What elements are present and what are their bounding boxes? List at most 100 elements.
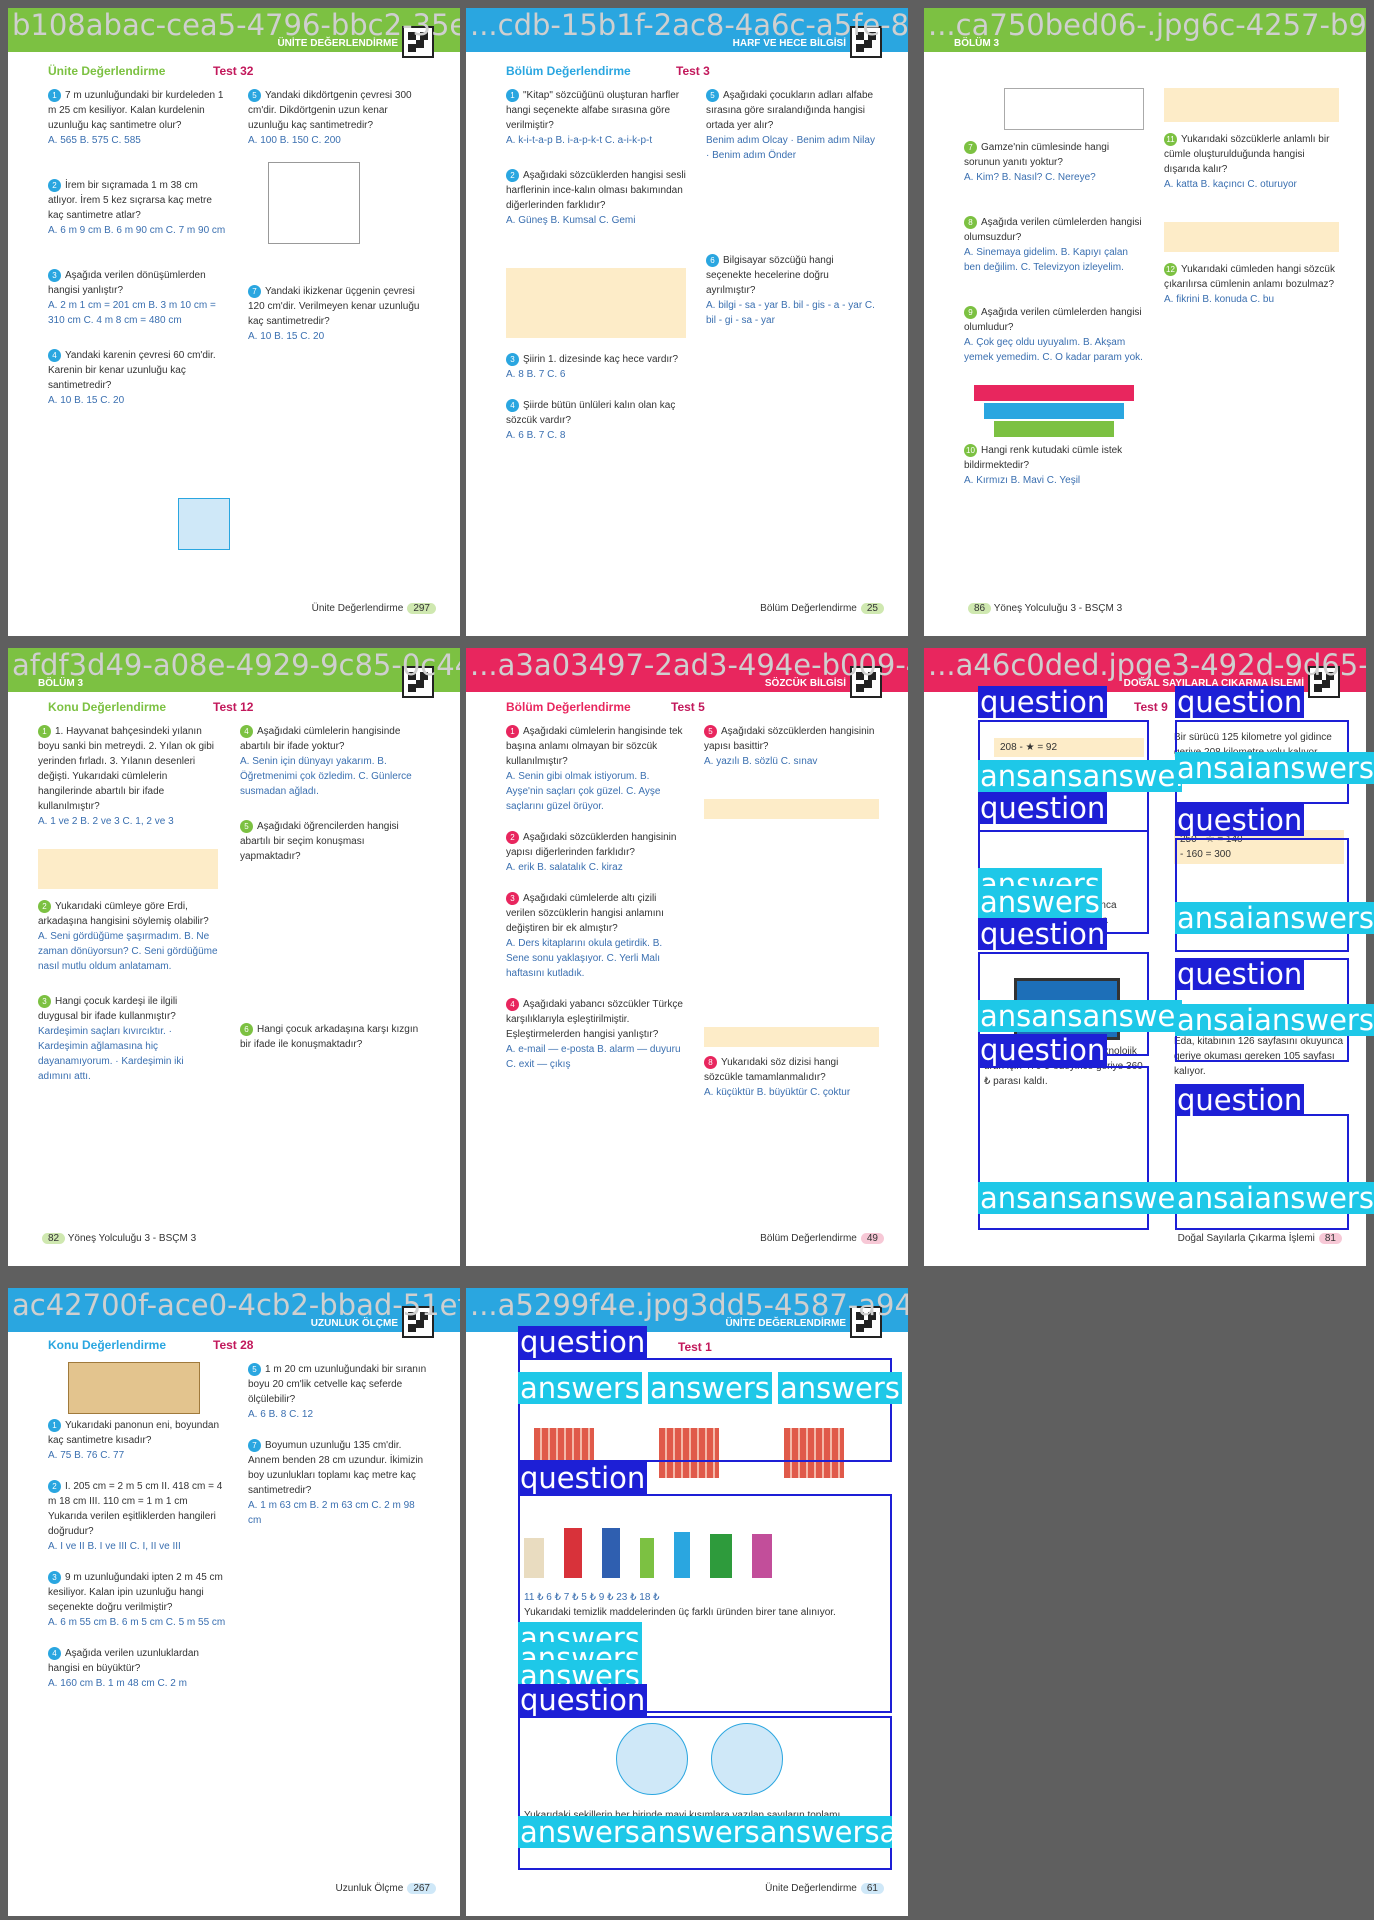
question-3: 3 Şiirin 1. dizesinde kaç hece vardır? A. …	[506, 353, 679, 380]
question-3: 3 Aşağıda verilen dönüşümlerden hangisi y…	[48, 269, 216, 326]
question-tag: question	[1175, 957, 1305, 991]
page-title: Ünite Değerlendirme	[48, 64, 166, 78]
poem-box	[506, 268, 686, 338]
question-3: 3 Aşağıdaki cümlelerde altı çizili verile…	[506, 892, 664, 979]
filename-label: afdf3d49-a08e-4929-9c85-0c44...	[12, 648, 460, 682]
page-tile-3: ...ca750bed06-.jpg6c-4257-b990-003 BÖLÜM…	[924, 8, 1366, 636]
question-tag: question	[1175, 803, 1305, 837]
test-number: Test 9	[1134, 700, 1168, 714]
right-column: 4 Aşağıdaki cümlelerin hangisinde abartıl…	[240, 724, 420, 1060]
question-2: 2 I. 205 cm = 2 m 5 cm II. 418 cm = 4 m 1…	[48, 1480, 223, 1552]
question-tag: question	[1175, 1083, 1305, 1117]
test-number: Test 12	[213, 700, 254, 714]
question-2: 2 İrem bir sıçramada 1 m 38 cm atlıyor. İ…	[48, 179, 226, 236]
answers-tag: ansaianswers	[1175, 1182, 1374, 1214]
question-12: 12 Yukarıdaki cümleden hangi sözcük çıkar…	[1164, 263, 1335, 305]
sentence-box	[1164, 222, 1339, 252]
page-tile-5: ...a3a03497-2ad3-494e-b009-46c2... SÖZCÜ…	[466, 648, 908, 1266]
square-figure	[178, 498, 230, 550]
page-footer: Ünite Değerlendirme 297	[312, 603, 436, 614]
question-1: 1 1. Hayvanat bahçesindeki yılanın boyu s…	[38, 725, 215, 827]
question-1: 1 "Kitap" sözcüğünü oluşturan harfler han…	[506, 89, 680, 146]
page-tile-7: ac42700f-ace0-4cb2-bbad-51ef... UZUNLUK …	[8, 1288, 460, 1916]
question-7: 7 Yandaki ikizkenar üçgenin çevresi 120 c…	[248, 285, 420, 342]
question-2: 2 Aşağıdaki sözcüklerden hangisi sesli ha…	[506, 169, 686, 226]
test-number: Test 3	[676, 64, 710, 78]
answers-tag: answers	[778, 1372, 902, 1404]
answers-tag: ansansanswers	[978, 760, 1182, 792]
page-tile-2: ...cdb-15b1f-2ac8-4a6c-a5fe-840... HARF …	[466, 8, 908, 636]
question-7: 7 Boyumun uzunluğu 135 cm'dir. Annem bend…	[248, 1439, 424, 1526]
answers-tag: answers	[648, 1372, 772, 1404]
question-tag: question	[518, 1461, 648, 1495]
question-4: 4 Aşağıdaki cümlelerin hangisinde abartıl…	[240, 725, 412, 797]
question-tag: question	[978, 1033, 1108, 1067]
filename-label: b108abac-cea5-4796-bbc2-35e...	[12, 8, 460, 42]
question-4: 4 Yandaki karenin çevresi 60 cm'dir. Kare…	[48, 349, 216, 406]
answers-tag: answers	[518, 1372, 642, 1404]
question-tag: question	[978, 685, 1108, 719]
question-tag: question	[518, 1325, 648, 1359]
speech-bubble	[1004, 88, 1144, 130]
page-footer: 86 Yöneş Yolculuğu 3 - BSÇM 3	[964, 603, 1122, 614]
board-image	[68, 1362, 200, 1414]
left-column: 1 Aşağıdaki cümlelerin hangisinde tek baş…	[506, 724, 686, 1080]
student-figures	[240, 872, 420, 1022]
right-column: 11 Yukarıdaki sözcüklerle anlamlı bir cüm…	[1164, 88, 1339, 315]
right-column: 5 Aşağıdaki sözcüklerden hangisinin yapıs…	[704, 724, 879, 1108]
question-1: 17 m uzunluğundaki bir kurdeleden 1 m 25…	[48, 89, 224, 146]
question-8: 8 Yukarıdaki söz dizisi hangi sözcükle ta…	[704, 1056, 851, 1098]
rectangle-figure	[268, 162, 360, 244]
question-1: 1 Yukarıdaki panonun eni, boyundan kaç sa…	[48, 1419, 220, 1461]
question-5: 5 Yandaki dikdörtgenin çevresi 300 cm'dir…	[248, 89, 412, 146]
word-box	[1164, 88, 1339, 122]
context-box	[38, 849, 218, 889]
page-title: Bölüm Değerlendirme	[506, 700, 631, 714]
question-5: 5 Aşağıdaki öğrencilerden hangisi abartıl…	[240, 820, 399, 862]
question-tag: question	[978, 791, 1108, 825]
page-footer: 82 Yöneş Yolculuğu 3 - BSÇM 3	[38, 1233, 196, 1244]
question-5: 5 Aşağıdaki çocukların adları alfabe sıra…	[706, 89, 875, 161]
question-2: 2 Yukarıdaki cümleye göre Erdi, arkadaşın…	[38, 900, 218, 972]
page-tile-4: afdf3d49-a08e-4929-9c85-0c44... BÖLÜM 3 …	[8, 648, 460, 1266]
question-9: 9 Aşağıda verilen cümlelerden hangisi olu…	[964, 306, 1143, 363]
page-footer: Bölüm Değerlendirme 49	[760, 1233, 884, 1244]
question-8: 8 Aşağıda verilen cümlelerden hangisi olu…	[964, 216, 1142, 273]
filename-label: ...a5299f4e.jpg3dd5-4587-a94e-93e9b1ca36…	[470, 1288, 908, 1322]
question-tag: question	[978, 917, 1108, 951]
left-column: 1 1. Hayvanat bahçesindeki yılanın boyu s…	[38, 724, 218, 1092]
question-6: 6 Bilgisayar sözcüğü hangi seçenekte hece…	[706, 254, 875, 326]
filler	[704, 827, 879, 1027]
left-column: 17 m uzunluğundaki bir kurdeleden 1 m 25…	[48, 88, 228, 416]
filename-label: ...ca750bed06-.jpg6c-4257-b990-003	[928, 8, 1366, 42]
page-title: Bölüm Değerlendirme	[506, 64, 631, 78]
question-5: 5 Aşağıdaki sözcüklerden hangisinin yapıs…	[704, 725, 875, 767]
question-box	[1175, 838, 1349, 952]
test-number: Test 32	[213, 64, 254, 78]
question-2: 2 Aşağıdaki sözcüklerden hangisinin yapıs…	[506, 831, 677, 873]
question-4: 4 Şiirde bütün ünlüleri kalın olan kaç sö…	[506, 399, 676, 441]
answers-tag: answers	[978, 886, 1102, 918]
answers-tag: ansaianswers	[1175, 902, 1374, 934]
question-4: 4 Aşağıda verilen uzunluklardan hangisi e…	[48, 1647, 199, 1689]
left-column: 1 Yukarıdaki panonun eni, boyundan kaç sa…	[48, 1362, 228, 1699]
right-column: 51 m 20 cm uzunluğundaki bir sıranın boy…	[248, 1362, 428, 1536]
question-5: 51 m 20 cm uzunluğundaki bir sıranın boy…	[248, 1363, 427, 1420]
answers-tag: ansansanswers	[978, 1182, 1182, 1214]
page-tile-1: b108abac-cea5-4796-bbc2-35e... ÜNİTE DEĞ…	[8, 8, 460, 636]
question-4: 4 Aşağıdaki yabancı sözcükler Türkçe karş…	[506, 998, 683, 1070]
answers-tag: ansaianswers	[1175, 752, 1374, 784]
left-column: 1 "Kitap" sözcüğünü oluşturan harfler han…	[506, 88, 686, 451]
word-chain-box	[704, 1027, 879, 1047]
right-column: 5 Aşağıdaki çocukların adları alfabe sıra…	[706, 88, 881, 336]
test-number: Test 28	[213, 1338, 254, 1352]
question-7: 7 Gamze'nin cümlesinde hangi sorunun yanı…	[964, 141, 1110, 183]
right-column: 5 Yandaki dikdörtgenin çevresi 300 cm'dir…	[248, 88, 428, 352]
page-footer: Uzunluk Ölçme 267	[336, 1883, 436, 1894]
answers-tag: answersanswersanswersanswers	[518, 1816, 892, 1848]
filename-label: ac42700f-ace0-4cb2-bbad-51ef...	[12, 1288, 460, 1322]
page-footer: Doğal Sayılarla Çıkarma İşlemi 81	[1178, 1233, 1342, 1244]
test-number: Test 1	[678, 1340, 712, 1354]
question-3: 3 Hangi çocuk kardeşi ile ilgili duygusal…	[38, 995, 184, 1082]
page-title: Konu Değerlendirme	[48, 700, 167, 714]
